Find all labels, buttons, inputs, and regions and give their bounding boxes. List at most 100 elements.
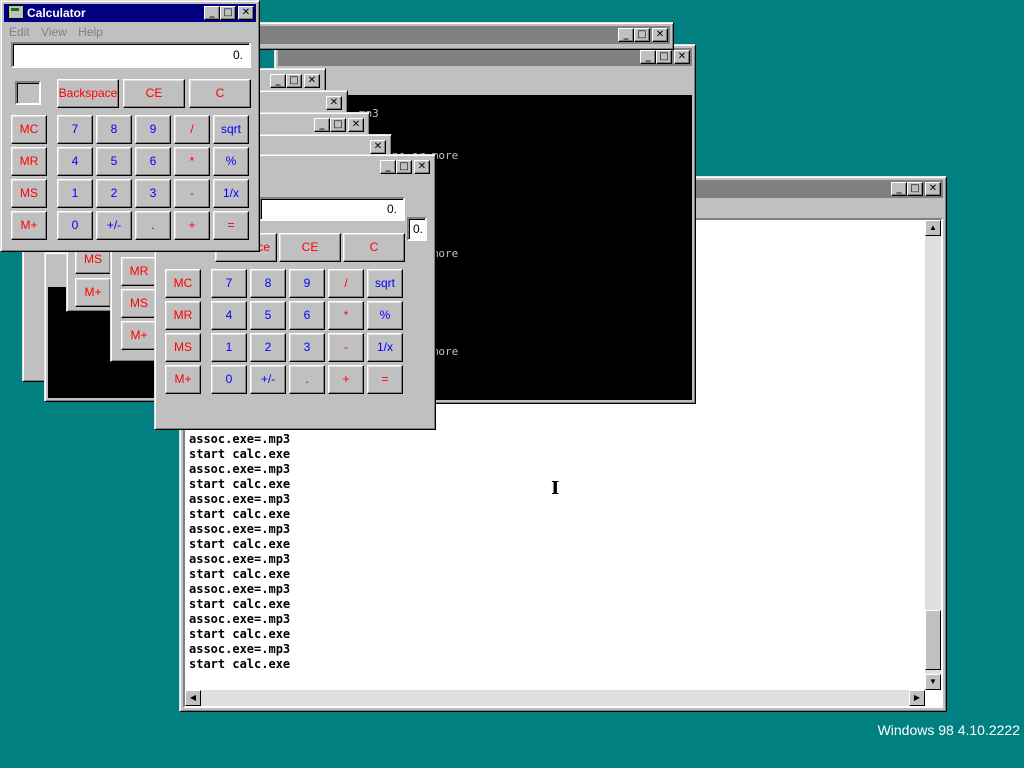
digit-2-button[interactable]: 2 (250, 333, 286, 362)
maximize-button[interactable]: □ (330, 118, 346, 132)
maximize-button[interactable]: □ (634, 28, 650, 42)
backspace-button[interactable]: Backspace (57, 79, 119, 108)
ms-button[interactable]: MS (121, 289, 157, 318)
menu-view[interactable]: View (41, 25, 67, 39)
digit-6-button[interactable]: 6 (135, 147, 171, 176)
maximize-button[interactable]: □ (907, 182, 923, 196)
multiply-button[interactable]: * (174, 147, 210, 176)
close-button[interactable]: ✕ (304, 74, 320, 88)
minimize-button[interactable]: _ (640, 50, 656, 64)
subtract-button[interactable]: - (174, 179, 210, 208)
digit-4-button[interactable]: 4 (57, 147, 93, 176)
maximize-button[interactable]: □ (656, 50, 672, 64)
maximize-button[interactable]: □ (286, 74, 302, 88)
multiply-button[interactable]: * (328, 301, 364, 330)
decimal-button[interactable]: . (135, 211, 171, 240)
reciprocal-button[interactable]: 1/x (367, 333, 403, 362)
divide-button[interactable]: / (174, 115, 210, 144)
digit-3-button[interactable]: 3 (135, 179, 171, 208)
mr-button[interactable]: MR (121, 257, 157, 286)
digit-8-button[interactable]: 8 (96, 115, 132, 144)
digit-0-button[interactable]: 0 (57, 211, 93, 240)
subtract-button[interactable]: - (328, 333, 364, 362)
ms-button[interactable]: MS (11, 179, 47, 208)
digit-7-button[interactable]: 7 (211, 269, 247, 298)
maximize-button[interactable]: □ (396, 160, 412, 174)
close-button[interactable]: ✕ (326, 96, 342, 110)
window-titlebar[interactable] (254, 26, 670, 44)
close-button[interactable]: ✕ (925, 182, 941, 196)
ce-button[interactable]: CE (123, 79, 185, 108)
text-line: start calc.exe (189, 597, 291, 611)
decimal-button[interactable]: . (289, 365, 325, 394)
vertical-scrollbar[interactable]: ▲ ▼ (925, 220, 941, 690)
add-button[interactable]: + (328, 365, 364, 394)
ce-button[interactable]: CE (279, 233, 341, 262)
percent-button[interactable]: % (367, 301, 403, 330)
text-line: assoc.exe=.mp3 (189, 462, 291, 476)
mr-button[interactable]: MR (11, 147, 47, 176)
mplus-button[interactable]: M+ (75, 278, 111, 307)
close-button[interactable]: ✕ (674, 50, 690, 64)
digit-6-button[interactable]: 6 (289, 301, 325, 330)
equals-button[interactable]: = (367, 365, 403, 394)
minimize-button[interactable]: _ (380, 160, 396, 174)
windows-version-label: Windows 98 4.10.2222 (877, 722, 1020, 738)
digit-5-button[interactable]: 5 (250, 301, 286, 330)
maximize-button[interactable]: □ (220, 6, 236, 20)
add-button[interactable]: + (174, 211, 210, 240)
scroll-right-icon[interactable]: ▶ (909, 690, 925, 706)
notepad-content: assoc.exe=.mp3 start calc.exe assoc.exe=.m… (189, 432, 290, 672)
background-window: _ □ ✕ (250, 22, 674, 50)
sign-button[interactable]: +/- (250, 365, 286, 394)
menu-help[interactable]: Help (78, 25, 103, 39)
minimize-button[interactable]: _ (891, 182, 907, 196)
digit-5-button[interactable]: 5 (96, 147, 132, 176)
mplus-button[interactable]: M+ (165, 365, 201, 394)
minimize-button[interactable]: _ (314, 118, 330, 132)
sign-button[interactable]: +/- (96, 211, 132, 240)
mc-button[interactable]: MC (165, 269, 201, 298)
text-line: assoc.exe=.mp3 (189, 612, 291, 626)
text-cursor-icon: I (551, 478, 560, 499)
close-button[interactable]: ✕ (652, 28, 668, 42)
sqrt-button[interactable]: sqrt (213, 115, 249, 144)
horizontal-scrollbar[interactable]: ◀ ▶ (185, 690, 925, 706)
close-button[interactable]: ✕ (414, 160, 430, 174)
digit-9-button[interactable]: 9 (289, 269, 325, 298)
scroll-thumb[interactable] (925, 610, 941, 670)
digit-4-button[interactable]: 4 (211, 301, 247, 330)
c-button[interactable]: C (343, 233, 405, 262)
ms-button[interactable]: MS (165, 333, 201, 362)
mc-button[interactable]: MC (11, 115, 47, 144)
close-button[interactable]: ✕ (348, 118, 364, 132)
menu-edit[interactable]: Edit (9, 25, 30, 39)
digit-1-button[interactable]: 1 (211, 333, 247, 362)
digit-8-button[interactable]: 8 (250, 269, 286, 298)
console-titlebar[interactable] (278, 48, 692, 66)
digit-3-button[interactable]: 3 (289, 333, 325, 362)
digit-2-button[interactable]: 2 (96, 179, 132, 208)
reciprocal-button[interactable]: 1/x (213, 179, 249, 208)
minimize-button[interactable]: _ (270, 74, 286, 88)
scroll-left-icon[interactable]: ◀ (185, 690, 201, 706)
digit-9-button[interactable]: 9 (135, 115, 171, 144)
digit-1-button[interactable]: 1 (57, 179, 93, 208)
mr-button[interactable]: MR (165, 301, 201, 330)
mplus-button[interactable]: M+ (11, 211, 47, 240)
close-button[interactable]: ✕ (238, 6, 254, 20)
mplus-button[interactable]: M+ (121, 321, 157, 350)
digit-0-button[interactable]: 0 (211, 365, 247, 394)
divide-button[interactable]: / (328, 269, 364, 298)
minimize-button[interactable]: _ (618, 28, 634, 42)
scroll-up-icon[interactable]: ▲ (925, 220, 941, 236)
minimize-button[interactable]: _ (204, 6, 220, 20)
sqrt-button[interactable]: sqrt (367, 269, 403, 298)
scroll-down-icon[interactable]: ▼ (925, 674, 941, 690)
close-button[interactable]: ✕ (370, 140, 386, 154)
equals-button[interactable]: = (213, 211, 249, 240)
digit-7-button[interactable]: 7 (57, 115, 93, 144)
percent-button[interactable]: % (213, 147, 249, 176)
c-button[interactable]: C (189, 79, 251, 108)
